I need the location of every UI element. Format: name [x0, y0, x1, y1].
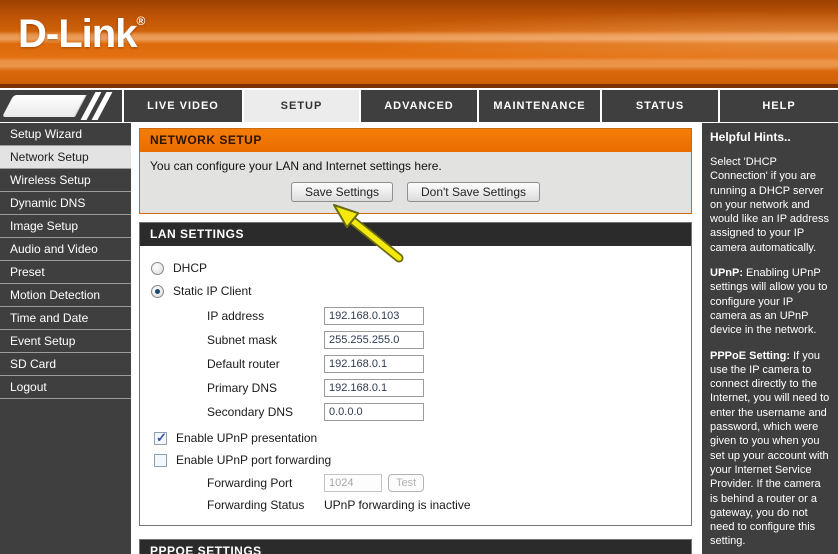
- helpful-hints-title: Helpful Hints..: [710, 130, 830, 144]
- sidebar-item-event-setup[interactable]: Event Setup: [0, 330, 131, 353]
- sidebar-item-logout[interactable]: Logout: [0, 376, 131, 399]
- dhcp-radio-row: DHCP: [140, 259, 691, 277]
- forwarding-port-row: Forwarding Port Test: [140, 471, 691, 495]
- helpful-hints-panel: Helpful Hints.. Select 'DHCP Connection'…: [702, 123, 838, 554]
- nav-model-badge: [0, 90, 122, 122]
- upnp-port-forwarding-label: Enable UPnP port forwarding: [176, 453, 331, 467]
- ip-address-row: IP address: [140, 304, 691, 328]
- hint-pppoe: PPPoE Setting: If you use the IP camera …: [710, 349, 830, 549]
- sidebar-item-setup-wizard[interactable]: Setup Wizard: [0, 123, 131, 146]
- static-ip-radio[interactable]: [151, 285, 164, 298]
- pppoe-settings-title: PPPOE SETTINGS: [140, 540, 691, 554]
- static-ip-radio-label: Static IP Client: [173, 284, 251, 298]
- sidebar: Setup Wizard Network Setup Wireless Setu…: [0, 123, 131, 554]
- sidebar-item-motion-detection[interactable]: Motion Detection: [0, 284, 131, 307]
- sidebar-item-wireless-setup[interactable]: Wireless Setup: [0, 169, 131, 192]
- upnp-port-forwarding-row: Enable UPnP port forwarding: [140, 449, 691, 471]
- default-router-input[interactable]: [324, 355, 424, 373]
- forwarding-status-row: Forwarding Status UPnP forwarding is ina…: [140, 495, 691, 515]
- sidebar-item-time-and-date[interactable]: Time and Date: [0, 307, 131, 330]
- forwarding-status-value: UPnP forwarding is inactive: [324, 498, 471, 512]
- network-setup-title: NETWORK SETUP: [140, 129, 691, 152]
- default-router-label: Default router: [207, 357, 324, 371]
- registered-mark: ®: [136, 14, 144, 28]
- network-setup-section: NETWORK SETUP You can configure your LAN…: [139, 128, 692, 214]
- dhcp-radio-label: DHCP: [173, 261, 207, 275]
- tab-maintenance[interactable]: MAINTENANCE: [479, 90, 600, 122]
- brand-banner: D-Link®: [0, 0, 838, 84]
- forwarding-port-label: Forwarding Port: [207, 476, 324, 490]
- sidebar-item-preset[interactable]: Preset: [0, 261, 131, 284]
- static-ip-radio-row: Static IP Client: [140, 282, 691, 300]
- ip-address-label: IP address: [207, 309, 324, 323]
- upnp-presentation-checkbox[interactable]: [154, 432, 167, 445]
- lan-settings-section: LAN SETTINGS DHCP Static IP Client IP ad…: [139, 222, 692, 526]
- upnp-presentation-label: Enable UPnP presentation: [176, 431, 317, 445]
- subnet-mask-row: Subnet mask: [140, 328, 691, 352]
- subnet-mask-input[interactable]: [324, 331, 424, 349]
- main-content: NETWORK SETUP You can configure your LAN…: [139, 123, 692, 554]
- sidebar-item-sd-card[interactable]: SD Card: [0, 353, 131, 376]
- sidebar-item-dynamic-dns[interactable]: Dynamic DNS: [0, 192, 131, 215]
- forwarding-status-label: Forwarding Status: [207, 498, 324, 512]
- hint-dhcp: Select 'DHCP Connection' if you are runn…: [710, 155, 830, 255]
- tab-setup[interactable]: SETUP: [244, 90, 359, 122]
- primary-dns-input[interactable]: [324, 379, 424, 397]
- hint-upnp: UPnP: Enabling UPnP settings will allow …: [710, 266, 830, 337]
- test-button[interactable]: Test: [388, 474, 424, 492]
- banner-divider: [0, 84, 838, 88]
- secondary-dns-row: Secondary DNS: [140, 400, 691, 424]
- subnet-mask-label: Subnet mask: [207, 333, 324, 347]
- tab-advanced[interactable]: ADVANCED: [361, 90, 477, 122]
- dhcp-radio[interactable]: [151, 262, 164, 275]
- lan-settings-title: LAN SETTINGS: [140, 223, 691, 246]
- model-badge-shape: [2, 95, 86, 117]
- upnp-presentation-row: Enable UPnP presentation: [140, 427, 691, 449]
- sidebar-item-network-setup[interactable]: Network Setup: [0, 146, 131, 169]
- default-router-row: Default router: [140, 352, 691, 376]
- forwarding-port-input[interactable]: [324, 474, 382, 492]
- network-setup-body: You can configure your LAN and Internet …: [140, 152, 691, 213]
- upnp-port-forwarding-checkbox[interactable]: [154, 454, 167, 467]
- tab-status[interactable]: STATUS: [602, 90, 718, 122]
- pppoe-settings-section: PPPOE SETTINGS: [139, 539, 692, 554]
- dlink-logo: D-Link®: [18, 12, 144, 57]
- primary-dns-row: Primary DNS: [140, 376, 691, 400]
- primary-dns-label: Primary DNS: [207, 381, 324, 395]
- tab-help[interactable]: HELP: [720, 90, 838, 122]
- sidebar-item-audio-and-video[interactable]: Audio and Video: [0, 238, 131, 261]
- tab-live-video[interactable]: LIVE VIDEO: [124, 90, 242, 122]
- ip-address-input[interactable]: [324, 307, 424, 325]
- sidebar-item-image-setup[interactable]: Image Setup: [0, 215, 131, 238]
- secondary-dns-input[interactable]: [324, 403, 424, 421]
- top-nav: LIVE VIDEO SETUP ADVANCED MAINTENANCE ST…: [0, 89, 838, 123]
- network-setup-description: You can configure your LAN and Internet …: [140, 159, 691, 173]
- dont-save-settings-button[interactable]: Don't Save Settings: [407, 182, 540, 202]
- save-settings-button[interactable]: Save Settings: [291, 182, 393, 202]
- secondary-dns-label: Secondary DNS: [207, 405, 324, 419]
- lan-settings-body: DHCP Static IP Client IP address Subnet …: [140, 246, 691, 525]
